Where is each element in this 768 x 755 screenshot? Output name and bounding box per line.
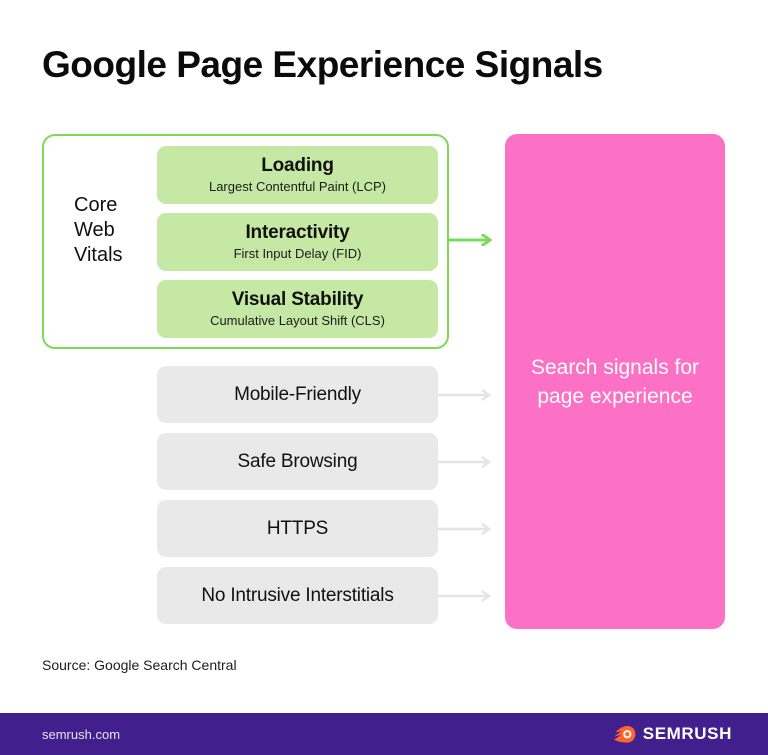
page-title: Google Page Experience Signals	[42, 44, 603, 85]
arrow-right-icon-no-intrusive-interstitials	[438, 590, 492, 602]
core-web-vitals-group: Core Web Vitals Loading Largest Contentf…	[42, 134, 449, 349]
arrow-right-icon-https	[438, 523, 492, 535]
vital-subtitle: Largest Contentful Paint (LCP)	[208, 178, 387, 194]
semrush-logo: SEMRUSH	[613, 724, 732, 744]
arrow-right-icon-core-web-vitals	[449, 234, 493, 246]
vital-card-interactivity[interactable]: Interactivity First Input Delay (FID)	[157, 213, 438, 271]
footer-website-url[interactable]: semrush.com	[42, 727, 120, 742]
search-signals-panel-text: Search signals for page experience	[530, 355, 700, 408]
vital-subtitle: Cumulative Layout Shift (CLS)	[210, 312, 385, 328]
core-web-vitals-label-line-2: Web	[74, 219, 115, 241]
vital-title: Visual Stability	[231, 288, 364, 310]
core-web-vitals-label-line-1: Core	[74, 194, 118, 216]
core-web-vitals-list: Loading Largest Contentful Paint (LCP) I…	[157, 146, 438, 338]
signal-card-mobile-friendly[interactable]: Mobile-Friendly	[157, 366, 438, 423]
signal-card-no-intrusive-interstitials[interactable]: No Intrusive Interstitials	[157, 567, 438, 624]
core-web-vitals-label: Core Web Vitals	[74, 193, 123, 268]
signal-label: No Intrusive Interstitials	[201, 584, 394, 606]
arrow-right-icon-safe-browsing	[438, 456, 492, 468]
vital-card-visual-stability[interactable]: Visual Stability Cumulative Layout Shift…	[157, 280, 438, 338]
signal-label: Safe Browsing	[237, 450, 358, 472]
vital-title: Interactivity	[245, 221, 350, 243]
vital-title: Loading	[261, 154, 334, 176]
vital-subtitle: First Input Delay (FID)	[233, 245, 362, 261]
source-note: Source: Google Search Central	[42, 657, 237, 673]
semrush-wordmark: SEMRUSH	[642, 724, 732, 743]
signal-card-https[interactable]: HTTPS	[157, 500, 438, 557]
semrush-comet-icon	[613, 725, 636, 743]
vital-card-loading[interactable]: Loading Largest Contentful Paint (LCP)	[157, 146, 438, 204]
footer-bar: semrush.com SEMRUSH	[0, 713, 768, 755]
signal-label: Mobile-Friendly	[234, 383, 361, 405]
core-web-vitals-label-line-3: Vitals	[74, 244, 123, 266]
signal-label: HTTPS	[266, 517, 329, 539]
signal-card-safe-browsing[interactable]: Safe Browsing	[157, 433, 438, 490]
search-signals-panel: Search signals for page experience	[505, 134, 725, 629]
arrow-right-icon-mobile-friendly	[438, 389, 492, 401]
